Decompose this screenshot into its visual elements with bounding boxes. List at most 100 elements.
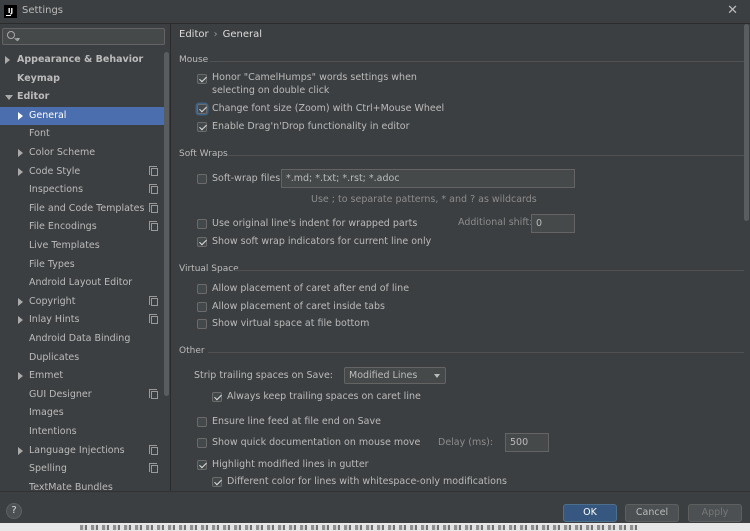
dragdrop-checkbox[interactable]: Enable Drag'n'Drop functionality in edit… [197, 120, 487, 136]
checkbox-label: Highlight modified lines in gutter [212, 459, 369, 470]
zoom-checkbox[interactable]: Change font size (Zoom) with Ctrl+Mouse … [197, 102, 487, 118]
sidebar-item-general[interactable]: General [0, 106, 166, 126]
breadcrumb-current: General [222, 29, 263, 40]
section-divider [227, 155, 744, 156]
additional-shift-input[interactable]: 0 [531, 214, 575, 233]
sidebar-item-label: GUI Designer [29, 388, 92, 400]
checkbox-box[interactable] [197, 460, 207, 470]
chevron-right-icon[interactable] [18, 167, 23, 176]
sidebar-item-keymap[interactable]: Keymap [0, 70, 166, 89]
checkbox-label: Show quick documentation on mouse move [212, 437, 421, 448]
checkbox-label: Show soft wrap indicators for current li… [212, 236, 432, 247]
sidebar-item-file-types[interactable]: File Types [0, 256, 166, 275]
section-divider [234, 270, 744, 271]
checkbox-box[interactable] [197, 417, 207, 427]
checkbox-label: Allow placement of caret after end of li… [212, 283, 410, 294]
intellij-logo-icon: IJ [4, 5, 17, 18]
sidebar-item-android-layout-editor[interactable]: Android Layout Editor [0, 274, 166, 293]
sidebar-item-font[interactable]: Font [0, 125, 166, 144]
chevron-right-icon[interactable] [18, 316, 23, 325]
virtual-space-bottom-checkbox[interactable]: Show virtual space at file bottom [197, 317, 487, 333]
sidebar-item-duplicates[interactable]: Duplicates [0, 349, 166, 368]
chevron-right-icon[interactable] [18, 111, 23, 120]
project-settings-copy-icon [149, 295, 158, 306]
chevron-right-icon[interactable] [5, 56, 10, 64]
checkbox-box[interactable] [212, 477, 222, 487]
checkbox-box[interactable] [197, 302, 207, 312]
sidebar-item-label: Color Scheme [29, 147, 96, 158]
checkbox-box[interactable] [197, 104, 207, 114]
search-input[interactable] [2, 28, 165, 45]
sidebar-item-gui-designer[interactable]: GUI Designer [0, 386, 166, 405]
camelhumps-checkbox[interactable]: Honor "CamelHumps" words settings when s… [197, 72, 487, 100]
section-title-virtual-space: Virtual Space [179, 264, 239, 274]
sidebar-item-inlay-hints[interactable]: Inlay Hints [0, 311, 166, 330]
show-wrap-indicators-checkbox[interactable]: Show soft wrap indicators for current li… [197, 235, 487, 251]
sidebar-item-label: General [29, 109, 67, 121]
caret-inside-tabs-checkbox[interactable]: Allow placement of caret inside tabs [197, 300, 487, 316]
sidebar-item-code-style[interactable]: Code Style [0, 163, 166, 182]
section-title-soft-wraps: Soft Wraps [179, 149, 228, 159]
sidebar-item-images[interactable]: Images [0, 404, 166, 423]
chevron-right-icon[interactable] [18, 446, 23, 455]
checkbox-label: Different color for lines with whitespac… [227, 476, 507, 487]
chevron-right-icon[interactable] [18, 297, 23, 306]
cancel-button[interactable]: Cancel [625, 504, 679, 522]
sidebar-item-language-injections[interactable]: Language Injections [0, 442, 166, 461]
chevron-right-icon[interactable] [18, 372, 23, 381]
checkbox-label: Soft-wrap files: [212, 173, 284, 184]
sidebar-item-android-data-binding[interactable]: Android Data Binding [0, 330, 166, 349]
ok-button[interactable]: OK [563, 504, 617, 522]
keep-trailing-spaces-checkbox[interactable]: Always keep trailing spaces on caret lin… [212, 390, 502, 406]
sidebar-item-label: Font [29, 128, 50, 140]
sidebar-item-file-encodings[interactable]: File Encodings [0, 218, 166, 237]
checkbox-label: Enable Drag'n'Drop functionality in edit… [212, 121, 410, 132]
checkbox-box[interactable] [197, 219, 207, 229]
checkbox-box[interactable] [197, 174, 207, 184]
checkbox-box[interactable] [197, 122, 207, 132]
sidebar-item-editor[interactable]: Editor [0, 88, 166, 107]
checkbox-box[interactable] [212, 392, 222, 402]
sidebar-item-textmate-bundles[interactable]: TextMate Bundles [0, 479, 166, 491]
checkbox-box[interactable] [197, 319, 207, 329]
sidebar-item-label: Inspections [29, 184, 84, 196]
sidebar-item-intentions[interactable]: Intentions [0, 423, 166, 442]
chevron-down-icon[interactable] [5, 95, 13, 101]
background-strip [0, 523, 750, 531]
sidebar-scrollbar[interactable] [164, 52, 169, 396]
original-indent-checkbox[interactable]: Use original line's indent for wrapped p… [197, 217, 457, 233]
softwrap-patterns-input[interactable]: *.md; *.txt; *.rst; *.adoc [281, 169, 575, 188]
sidebar-item-file-and-code-templates[interactable]: File and Code Templates [0, 200, 166, 219]
whitespace-color-checkbox[interactable]: Different color for lines with whitespac… [212, 475, 532, 491]
strip-trailing-dropdown[interactable]: Modified Lines [344, 367, 446, 384]
checkbox-box[interactable] [197, 74, 207, 84]
sidebar-item-label: TextMate Bundles [29, 481, 113, 491]
sidebar-item-copyright[interactable]: Copyright [0, 293, 166, 312]
content-scrollbar[interactable] [744, 24, 749, 221]
sidebar-item-emmet[interactable]: Emmet [0, 367, 166, 386]
ensure-line-feed-checkbox[interactable]: Ensure line feed at file end on Save [197, 415, 487, 431]
section-divider [210, 61, 744, 62]
sidebar-item-appearance-behavior[interactable]: Appearance & Behavior [0, 51, 166, 70]
quick-doc-checkbox[interactable]: Show quick documentation on mouse move [197, 436, 437, 452]
checkbox-box[interactable] [197, 237, 207, 247]
checkbox-label: Allow placement of caret inside tabs [212, 301, 385, 312]
breadcrumb-parent[interactable]: Editor [179, 29, 209, 40]
highlight-modified-checkbox[interactable]: Highlight modified lines in gutter [197, 458, 487, 474]
sidebar-item-spelling[interactable]: Spelling [0, 460, 166, 479]
sidebar-item-color-scheme[interactable]: Color Scheme [0, 144, 166, 163]
softwrap-patterns-hint: Use ; to separate patterns, * and ? as w… [311, 194, 537, 205]
search-history-caret-icon[interactable] [16, 38, 20, 41]
close-icon[interactable]: ✕ [727, 3, 738, 18]
apply-button[interactable]: Apply [688, 504, 742, 522]
caret-after-end-checkbox[interactable]: Allow placement of caret after end of li… [197, 282, 487, 298]
delay-input[interactable]: 500 [505, 433, 549, 452]
chevron-right-icon[interactable] [18, 149, 23, 157]
checkbox-box[interactable] [197, 438, 207, 448]
checkbox-label: Honor "CamelHumps" words settings when s… [212, 72, 417, 96]
checkbox-box[interactable] [197, 284, 207, 294]
sidebar-item-label: Emmet [29, 370, 64, 382]
sidebar-item-live-templates[interactable]: Live Templates [0, 237, 166, 256]
sidebar-item-inspections[interactable]: Inspections [0, 181, 166, 200]
help-button[interactable]: ? [6, 503, 22, 519]
